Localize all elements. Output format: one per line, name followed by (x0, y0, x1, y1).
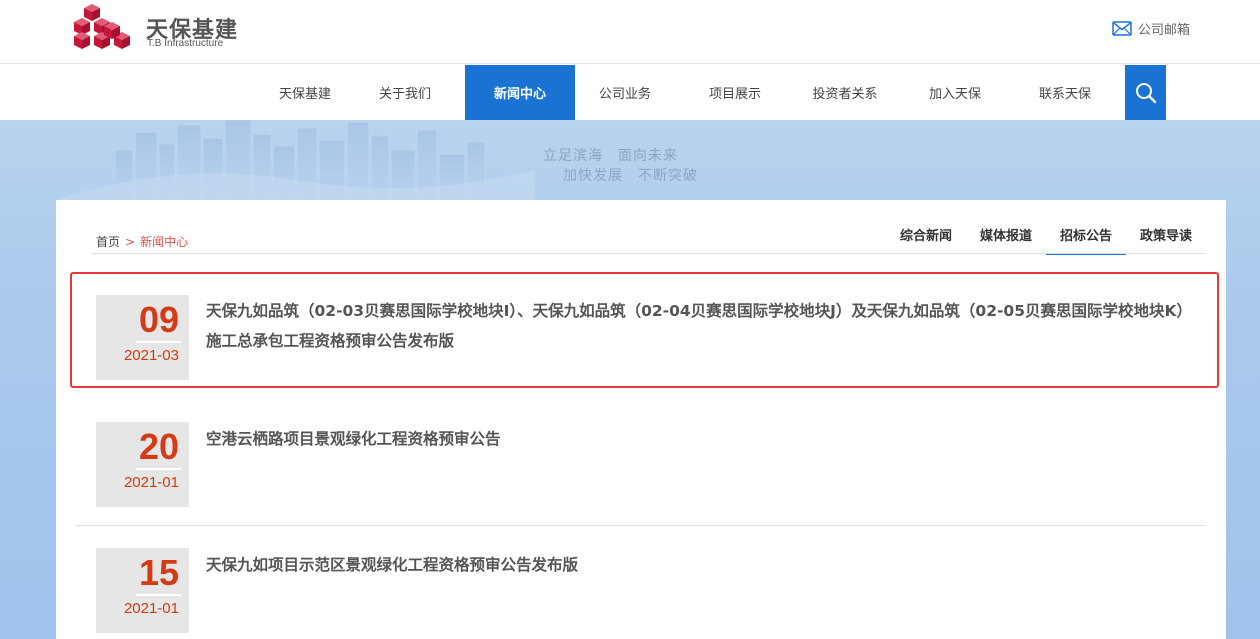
nav-item-about[interactable]: 关于我们 (350, 65, 460, 120)
search-button[interactable] (1125, 65, 1166, 120)
news-item[interactable]: 09 2021-03 天保九如品筑（02-03贝赛思国际学校地块I）、天保九如品… (70, 272, 1219, 388)
news-date-box: 09 2021-03 (96, 295, 189, 380)
news-date-box: 20 2021-01 (96, 422, 189, 507)
news-year-month: 2021-03 (123, 347, 179, 364)
tab-media-reports[interactable]: 媒体报道 (966, 224, 1046, 255)
news-title[interactable]: 天保九如项目示范区景观绿化工程资格预审公告发布版 (206, 550, 1191, 580)
banner-slogan-line2: 加快发展 不断突破 (563, 168, 698, 184)
site-header: 天保基建 T.B Infrastructure 公司邮箱 (0, 0, 1260, 64)
news-day: 20 (138, 426, 179, 467)
date-divider (136, 594, 181, 596)
breadcrumb: 首页 > 新闻中心 (96, 233, 188, 250)
news-year-month: 2021-01 (123, 474, 179, 491)
news-item[interactable]: 15 2021-01 天保九如项目示范区景观绿化工程资格预审公告发布版 (75, 526, 1206, 639)
news-item[interactable]: 20 2021-01 空港云栖路项目景观绿化工程资格预审公告 (75, 400, 1206, 526)
news-date-box: 15 2021-01 (96, 548, 189, 633)
tabs-divider (91, 253, 1206, 254)
envelope-icon (1112, 20, 1132, 36)
news-day: 15 (138, 552, 179, 593)
nav-item-contact[interactable]: 联系天保 (1010, 65, 1120, 120)
news-day: 09 (138, 299, 179, 340)
date-divider (136, 341, 181, 343)
city-skyline-image (55, 120, 535, 200)
logo-english-name: T.B Infrastructure (147, 38, 224, 49)
news-title[interactable]: 空港云栖路项目景观绿化工程资格预审公告 (206, 424, 1191, 454)
nav-item-news[interactable]: 新闻中心 (465, 65, 575, 120)
main-nav: 天保基建 关于我们 新闻中心 公司业务 项目展示 投资者关系 加入天保 联系天保 (0, 65, 1260, 120)
site-logo[interactable]: 天保基建 T.B Infrastructure (70, 2, 270, 58)
nav-item-home[interactable]: 天保基建 (250, 65, 360, 120)
nav-item-careers[interactable]: 加入天保 (900, 65, 1010, 120)
nav-item-investors[interactable]: 投资者关系 (790, 65, 900, 120)
banner-slogan-line1: 立足滨海 面向未来 (543, 148, 678, 164)
news-title[interactable]: 天保九如品筑（02-03贝赛思国际学校地块I）、天保九如品筑（02-04贝赛思国… (206, 296, 1191, 356)
date-divider (136, 468, 181, 470)
nav-item-business[interactable]: 公司业务 (570, 65, 680, 120)
breadcrumb-separator: > (125, 235, 136, 249)
logo-cubes-icon (74, 4, 130, 49)
mail-label: 公司邮箱 (1138, 22, 1191, 38)
tab-policy-guide[interactable]: 政策导读 (1126, 224, 1206, 255)
company-mail-link[interactable]: 公司邮箱 (1112, 19, 1191, 38)
search-icon (1135, 82, 1156, 103)
tab-tender-notices[interactable]: 招标公告 (1046, 224, 1126, 255)
breadcrumb-home[interactable]: 首页 (96, 235, 120, 249)
nav-item-projects[interactable]: 项目展示 (680, 65, 790, 120)
tab-general-news[interactable]: 综合新闻 (886, 224, 966, 255)
news-year-month: 2021-01 (123, 600, 179, 617)
content-panel: 首页 > 新闻中心 综合新闻 媒体报道 招标公告 政策导读 09 2021-03 天… (56, 200, 1226, 639)
breadcrumb-current[interactable]: 新闻中心 (140, 235, 188, 249)
